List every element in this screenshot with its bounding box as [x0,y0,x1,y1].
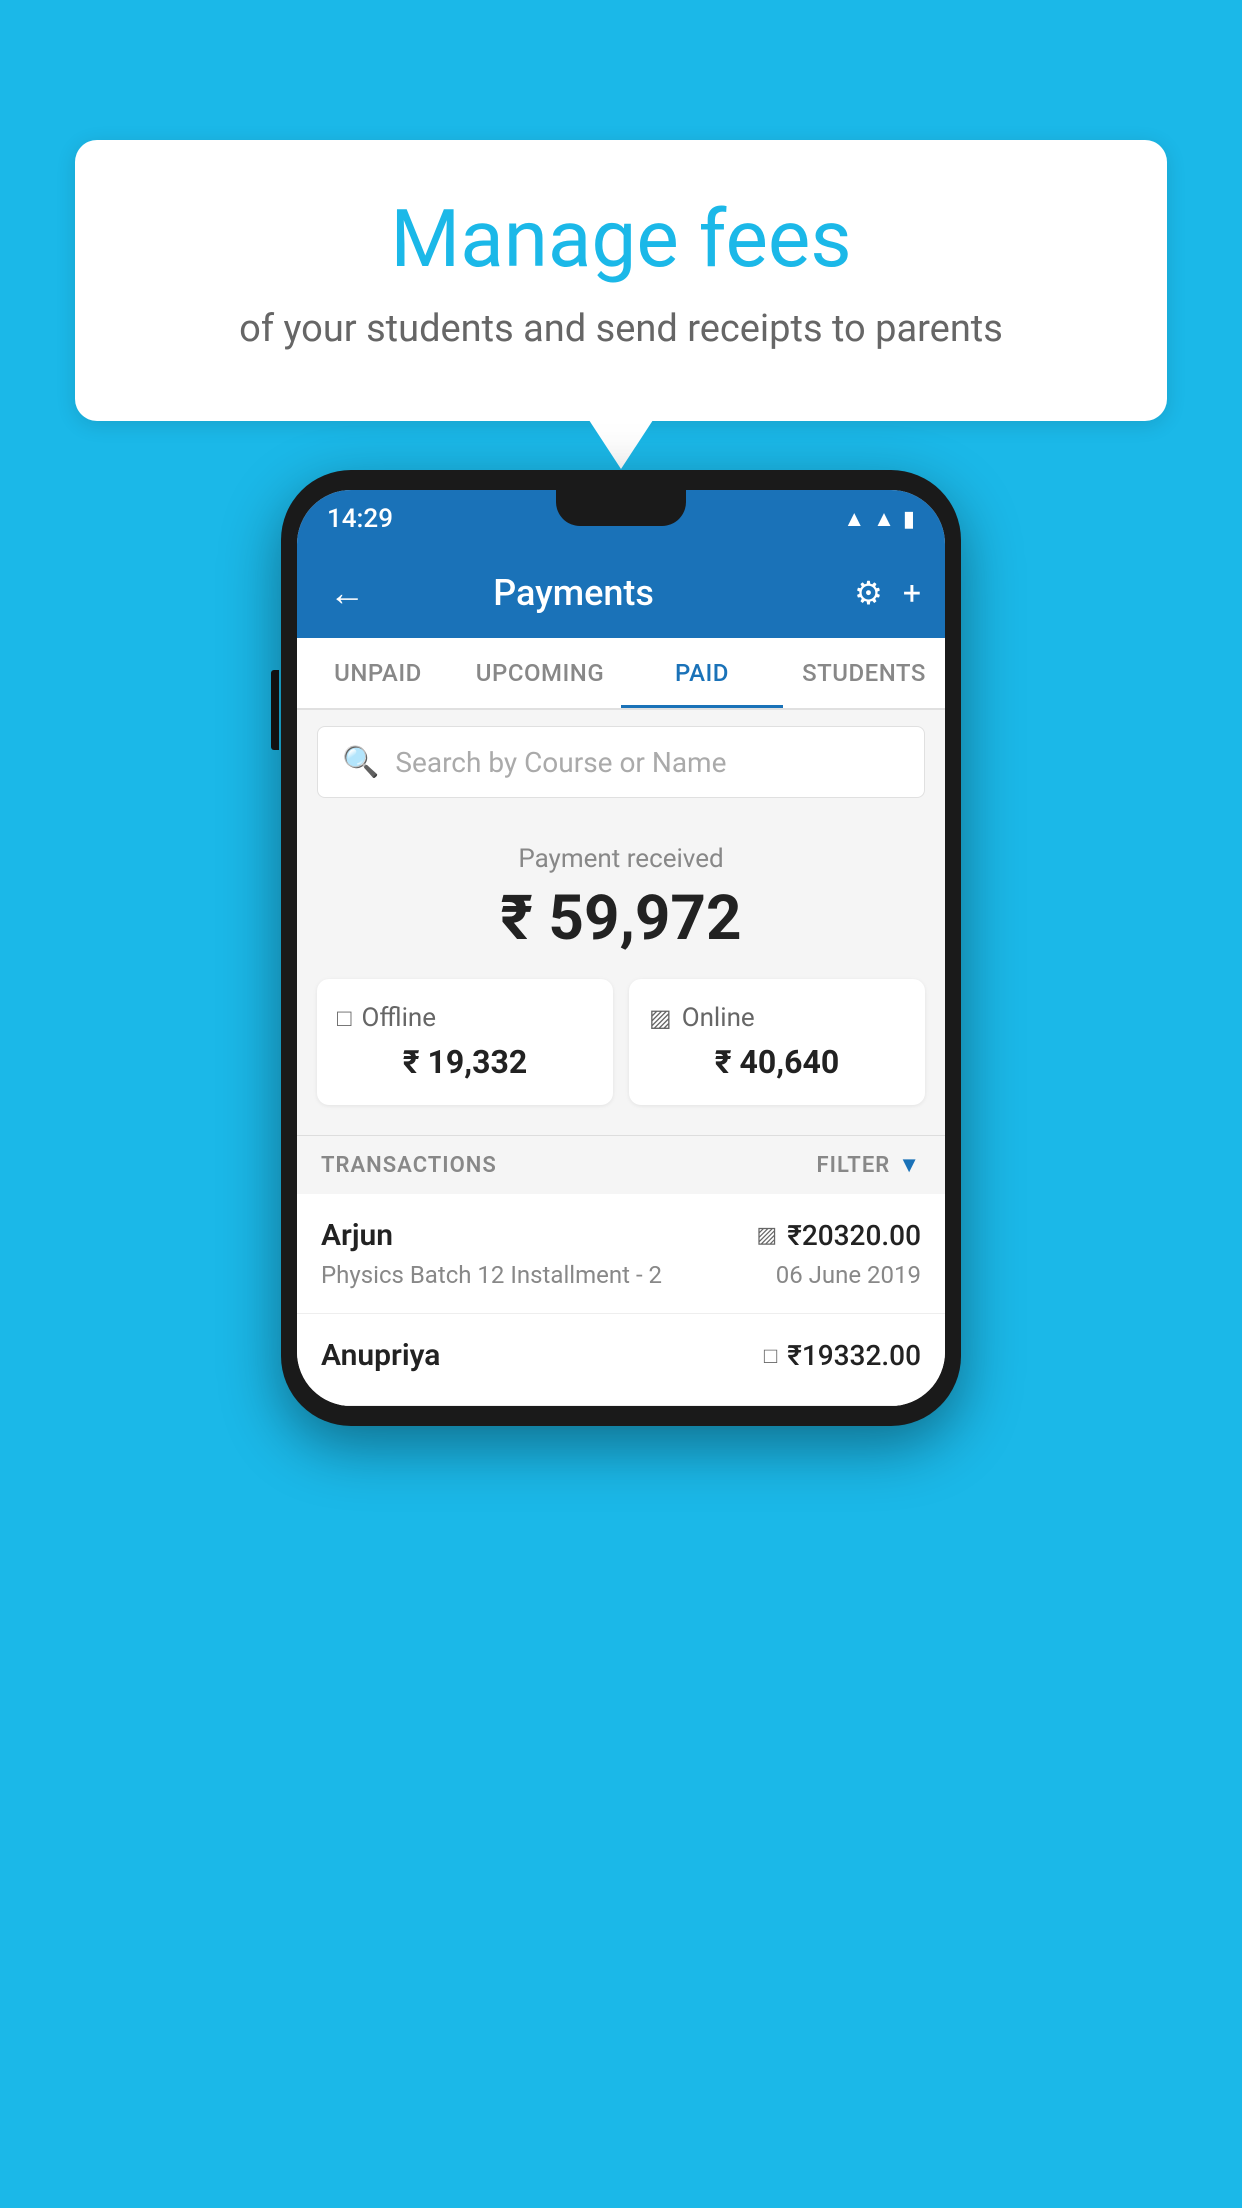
filter-label: FILTER [817,1153,891,1178]
offline-payment-card: □ Offline ₹ 19,332 [317,979,613,1105]
phone: 14:29 ▲ ▲ ▮ ← Payments ⚙ + UNPAID UPCO [281,470,961,1426]
tabs-bar: UNPAID UPCOMING PAID STUDENTS [297,638,945,710]
online-card-header: ▨ Online [649,1003,905,1033]
status-time: 14:29 [327,504,393,534]
phone-container: 14:29 ▲ ▲ ▮ ← Payments ⚙ + UNPAID UPCO [281,470,961,1426]
payment-type-icon: □ [764,1343,777,1369]
payment-summary: Payment received ₹ 59,972 □ Offline ₹ 19… [297,814,945,1135]
tab-unpaid[interactable]: UNPAID [297,638,459,708]
offline-card-header: □ Offline [337,1003,593,1033]
wifi-icon: ▲ [843,506,865,532]
transaction-name: Arjun [321,1218,393,1253]
battery-icon: ▮ [903,507,915,532]
online-icon: ▨ [649,1004,672,1032]
phone-notch [556,490,686,526]
payment-cards: □ Offline ₹ 19,332 ▨ Online ₹ 40,640 [317,979,925,1105]
transaction-date: 06 June 2019 [776,1261,921,1289]
payment-received-label: Payment received [317,844,925,874]
table-row[interactable]: Arjun ▨ ₹20320.00 Physics Batch 12 Insta… [297,1194,945,1314]
add-button[interactable]: + [903,574,921,612]
transaction-amount: ₹20320.00 [787,1219,921,1252]
phone-screen: 14:29 ▲ ▲ ▮ ← Payments ⚙ + UNPAID UPCO [297,490,945,1406]
offline-label: Offline [362,1003,437,1033]
search-bar[interactable]: 🔍 Search by Course or Name [317,726,925,798]
table-row[interactable]: Anupriya □ ₹19332.00 [297,1314,945,1406]
tab-upcoming[interactable]: UPCOMING [459,638,621,708]
transaction-name: Anupriya [321,1338,440,1373]
bubble-subtitle: of your students and send receipts to pa… [135,303,1107,356]
transactions-label: TRANSACTIONS [321,1153,497,1178]
transaction-amount-wrap: ▨ ₹20320.00 [756,1219,921,1252]
signal-icon: ▲ [873,506,895,532]
online-payment-card: ▨ Online ₹ 40,640 [629,979,925,1105]
transactions-list: Arjun ▨ ₹20320.00 Physics Batch 12 Insta… [297,1194,945,1406]
back-button[interactable]: ← [321,564,373,622]
tab-paid[interactable]: PAID [621,638,783,708]
status-bar: 14:29 ▲ ▲ ▮ [297,490,945,548]
transaction-amount-wrap: □ ₹19332.00 [764,1339,921,1372]
offline-amount: ₹ 19,332 [337,1043,593,1081]
online-amount: ₹ 40,640 [649,1043,905,1081]
transaction-row-top: Arjun ▨ ₹20320.00 [321,1218,921,1253]
filter-icon: ▼ [898,1152,921,1178]
transaction-course: Physics Batch 12 Installment - 2 [321,1261,662,1289]
payment-type-icon: ▨ [756,1223,777,1248]
transaction-row-top: Anupriya □ ₹19332.00 [321,1338,921,1373]
filter-button[interactable]: FILTER ▼ [817,1152,921,1178]
transactions-header: TRANSACTIONS FILTER ▼ [297,1135,945,1194]
payment-total-amount: ₹ 59,972 [317,882,925,955]
speech-bubble: Manage fees of your students and send re… [75,140,1167,421]
top-bar: ← Payments ⚙ + [297,548,945,638]
transaction-amount: ₹19332.00 [787,1339,921,1372]
settings-button[interactable]: ⚙ [854,574,883,612]
search-container: 🔍 Search by Course or Name [297,710,945,814]
search-input[interactable]: Search by Course or Name [395,746,726,779]
status-icons: ▲ ▲ ▮ [843,506,915,532]
search-icon: 🔍 [342,745,379,780]
bubble-title: Manage fees [135,195,1107,283]
offline-icon: □ [337,1004,352,1033]
top-bar-actions: ⚙ + [854,574,921,612]
page-title: Payments [389,572,758,614]
transaction-row-bottom: Physics Batch 12 Installment - 2 06 June… [321,1261,921,1289]
speech-bubble-container: Manage fees of your students and send re… [75,140,1167,421]
tab-students[interactable]: STUDENTS [783,638,945,708]
online-label: Online [682,1003,755,1033]
